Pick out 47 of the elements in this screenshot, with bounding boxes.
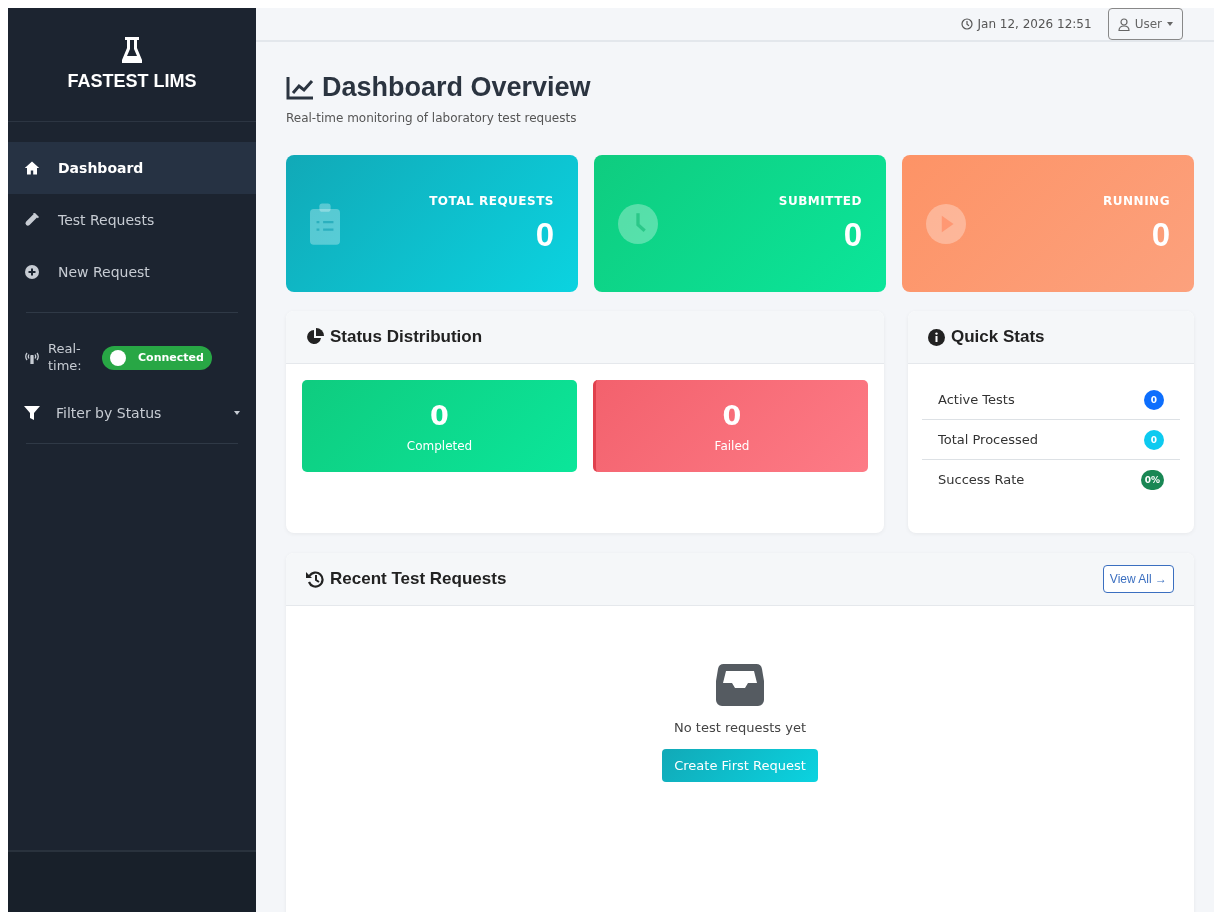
count-badge: 0% — [1140, 469, 1164, 490]
stat-value: 0 — [535, 215, 554, 254]
filter-icon — [24, 405, 40, 420]
empty-message: No test requests yet — [674, 720, 806, 735]
stat-name: Success Rate — [938, 472, 1025, 487]
home-icon — [24, 160, 40, 176]
app-name: FASTEST LIMS — [67, 71, 197, 92]
status-label: Failed — [714, 438, 750, 453]
status-label: Completed — [406, 438, 473, 453]
nav-item[interactable]: New Request — [8, 246, 256, 298]
stat-label: RUNNING — [1103, 193, 1170, 208]
count-badge: 0 — [1144, 389, 1164, 410]
page-subtitle: Real-time monitoring of laboratory test requests — [286, 111, 578, 125]
filter-dropdown[interactable]: Filter by Status — [8, 388, 256, 437]
stat-value: 0 — [1151, 215, 1170, 254]
user-menu-button[interactable]: User — [1107, 8, 1183, 40]
stat-label: SUBMITTED — [778, 193, 862, 208]
nav-item[interactable]: Test Requests — [8, 194, 256, 246]
view-all-button[interactable]: View All → — [1102, 565, 1174, 593]
history-icon — [306, 570, 324, 588]
card-title: Quick Stats — [951, 327, 1046, 347]
pie-chart-icon — [306, 328, 324, 346]
stat-value: 0 — [843, 215, 862, 254]
stat-name: Total Processed — [938, 432, 1039, 447]
antenna-icon — [24, 351, 40, 364]
status-count: 0 — [722, 399, 742, 431]
card-title: Recent Test Requests — [330, 569, 508, 589]
flask-icon — [122, 37, 142, 63]
inbox-icon — [716, 664, 764, 706]
realtime-label: Real-time: — [48, 341, 83, 375]
caret-icon — [1167, 22, 1173, 26]
info-icon — [928, 328, 945, 346]
user-icon — [1117, 17, 1130, 31]
plus-circle-icon — [24, 264, 40, 280]
test-tube-icon — [24, 212, 40, 228]
line-chart-icon — [286, 75, 314, 100]
status-count: 0 — [430, 399, 449, 431]
date-time: Jan 12, 2026 12:51 — [977, 17, 1092, 31]
count-badge: 0 — [1144, 429, 1164, 450]
clipboard-list-icon — [310, 201, 340, 246]
clock-icon — [961, 18, 974, 30]
nav-item[interactable]: Dashboard — [8, 142, 256, 194]
page-title: Dashboard Overview — [322, 72, 591, 103]
stat-name: Active Tests — [938, 392, 1015, 407]
stat-label: TOTAL REQUESTS — [429, 193, 554, 208]
caret-icon — [234, 410, 240, 415]
card-title: Status Distribution — [330, 327, 484, 347]
